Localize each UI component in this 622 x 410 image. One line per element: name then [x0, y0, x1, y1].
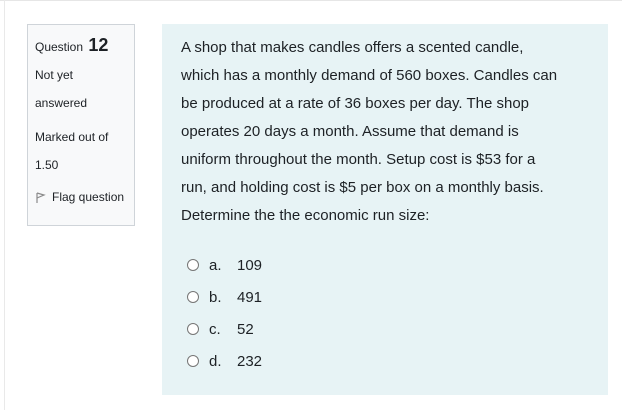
grade-line-2: 1.50: [35, 158, 59, 172]
flag-icon: [35, 190, 47, 204]
answer-letter: c.: [209, 320, 221, 338]
answer-option-d[interactable]: d. 232: [187, 345, 598, 377]
question-number-line: Question 12: [35, 33, 128, 57]
answer-radio-c[interactable]: [187, 323, 199, 335]
answer-radio-a[interactable]: [187, 259, 199, 271]
answer-option-c[interactable]: c. 52: [187, 313, 598, 345]
answer-value: 52: [237, 320, 254, 338]
answer-value: 491: [237, 288, 263, 306]
question-text-line: be produced at a rate of 36 boxes per da…: [181, 95, 530, 112]
question-text: A shop that makes candles offers a scent…: [181, 34, 598, 230]
question-text-line: operates 20 days a month. Assume that de…: [181, 123, 519, 140]
answer-radio-b[interactable]: [187, 291, 199, 303]
answer-radio-d[interactable]: [187, 355, 199, 367]
question-info-panel: Question 12 Not yet answered Marked out …: [27, 24, 135, 226]
flag-question-button[interactable]: Flag question: [35, 189, 128, 205]
state-line-1: Not yet: [35, 68, 74, 82]
page-left-border: [4, 0, 5, 410]
question-formulation: A shop that makes candles offers a scent…: [162, 24, 608, 395]
answer-letter: b.: [209, 288, 222, 306]
question-state: Not yet answered: [35, 61, 128, 117]
question-text-line: Determine the the economic run size:: [181, 207, 430, 224]
question-label: Question: [35, 40, 84, 54]
answer-option-b[interactable]: b. 491: [187, 281, 598, 313]
answer-letter: a.: [209, 256, 222, 274]
question-number: 12: [88, 35, 109, 55]
answer-letter: d.: [209, 352, 222, 370]
answer-options: a. 109 b. 491 c. 52 d. 232: [181, 249, 598, 377]
flag-question-label[interactable]: Flag question: [52, 189, 124, 205]
question-grade: Marked out of 1.50: [35, 123, 128, 179]
answer-value: 232: [237, 352, 263, 370]
question-text-line: A shop that makes candles offers a scent…: [181, 39, 524, 56]
answer-option-a[interactable]: a. 109: [187, 249, 598, 281]
state-line-2: answered: [35, 96, 88, 110]
question-text-line: which has a monthly demand of 560 boxes.…: [181, 67, 558, 84]
answer-value: 109: [237, 256, 263, 274]
question-text-line: run, and holding cost is $5 per box on a…: [181, 179, 544, 196]
grade-line-1: Marked out of: [35, 130, 109, 144]
page-top-border: [0, 0, 622, 1]
question-text-line: uniform throughout the month. Setup cost…: [181, 151, 536, 168]
